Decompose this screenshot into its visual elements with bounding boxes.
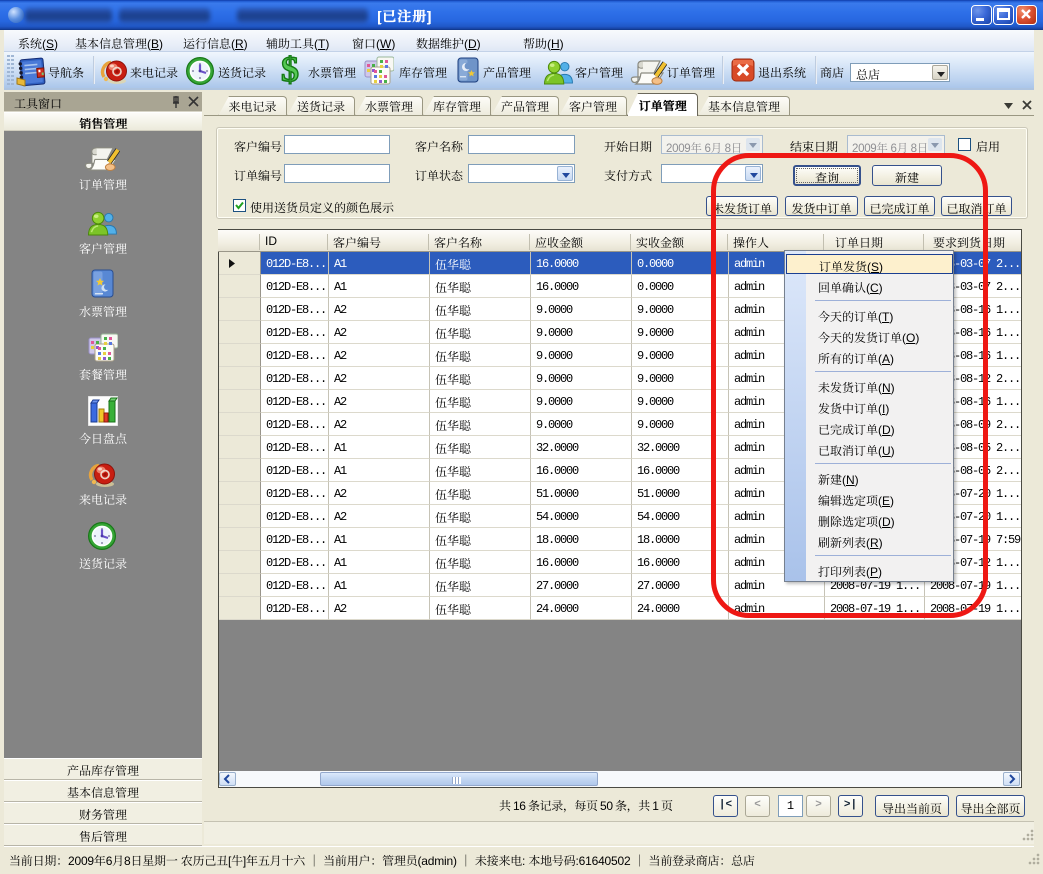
svg-text:$: $: [281, 55, 299, 87]
